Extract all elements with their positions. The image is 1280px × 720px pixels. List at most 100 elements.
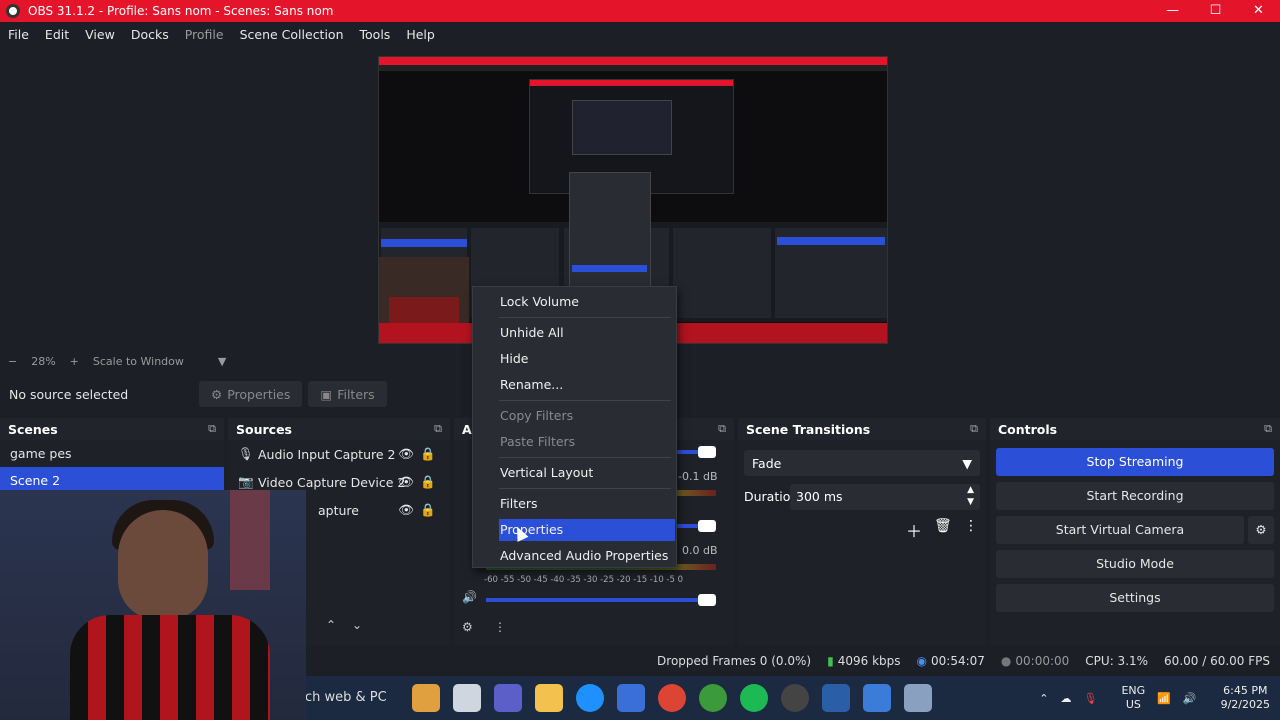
eye-icon[interactable]: 👁	[398, 446, 414, 462]
menu-item-unhide-all[interactable]: Unhide All	[473, 322, 676, 344]
scene-item[interactable]: game pes	[0, 440, 224, 467]
gear-icon: ⚙	[211, 386, 223, 402]
chevron-down-icon: ▼	[962, 455, 972, 471]
menu-file[interactable]: File	[8, 27, 29, 42]
eye-icon[interactable]: 👁	[398, 502, 414, 518]
menu-bar: File Edit View Docks Profile Scene Colle…	[0, 22, 1280, 46]
source-item[interactable]: 🎙 Audio Input Capture 2 👁 🔒	[228, 440, 450, 468]
bitrate: 4096 kbps	[837, 654, 901, 668]
studio-mode-button[interactable]: Studio Mode	[996, 550, 1274, 578]
zoom-in-button[interactable]: +	[70, 355, 79, 368]
add-icon[interactable]: ＋	[906, 518, 922, 542]
cpu-usage: CPU: 3.1%	[1085, 654, 1149, 668]
app-icon[interactable]	[453, 684, 481, 712]
lock-icon[interactable]: 🔒	[420, 474, 436, 490]
network-icon[interactable]: ☁	[1061, 692, 1072, 705]
db-readout: 0.0 dB	[682, 544, 718, 557]
menu-edit[interactable]: Edit	[45, 27, 69, 42]
transition-select[interactable]: Fade ▼	[744, 450, 980, 476]
language-indicator[interactable]: ENG US	[1109, 684, 1145, 712]
start-recording-button[interactable]: Start Recording	[996, 482, 1274, 510]
filters-button[interactable]: ▣ Filters	[308, 381, 387, 407]
volume-icon[interactable]: 🔊	[1183, 692, 1197, 705]
duration-spinbox[interactable]: 300 ms ▲ ▼	[790, 484, 980, 510]
menu-view[interactable]: View	[85, 27, 115, 42]
menu-item-vertical-layout[interactable]: Vertical Layout	[473, 462, 676, 484]
lock-icon[interactable]: 🔒	[420, 446, 436, 462]
menu-item-rename[interactable]: Rename...	[473, 374, 676, 396]
undock-icon[interactable]: ⧉	[970, 422, 978, 436]
menu-scene-collection[interactable]: Scene Collection	[240, 27, 344, 42]
minimize-button[interactable]: —	[1151, 0, 1194, 22]
start-virtual-camera-button[interactable]: Start Virtual Camera	[996, 516, 1244, 544]
undock-icon[interactable]: ⧉	[1264, 422, 1272, 436]
stream-time: 00:54:07	[931, 654, 985, 668]
close-button[interactable]: ✕	[1237, 0, 1280, 22]
app-icon[interactable]	[863, 684, 891, 712]
zoom-out-button[interactable]: −	[8, 355, 17, 368]
gear-icon: ⚙	[1255, 522, 1267, 537]
menu-profile[interactable]: Profile	[185, 27, 224, 42]
chevron-down-icon[interactable]: ▼	[218, 355, 226, 368]
move-up-icon[interactable]: ⌃	[326, 618, 336, 632]
spotify-icon[interactable]	[740, 684, 768, 712]
clock[interactable]: 6:45 PM 9/2/2025	[1209, 684, 1270, 712]
obs-icon[interactable]	[781, 684, 809, 712]
menu-item-advanced-audio-properties[interactable]: Advanced Audio Properties	[473, 545, 676, 567]
speaker-icon[interactable]: 🔊	[462, 590, 477, 604]
chrome-icon[interactable]	[699, 684, 727, 712]
preview-titlebar	[379, 57, 887, 65]
app-icon[interactable]	[412, 684, 440, 712]
window-controls: — ☐ ✕	[1151, 0, 1280, 22]
audio-context-menu: Lock Volume Unhide All Hide Rename... Co…	[472, 286, 677, 568]
eye-icon[interactable]: 👁	[398, 474, 414, 490]
chevron-up-icon[interactable]: ⌃	[1039, 692, 1048, 705]
undock-icon[interactable]: ⧉	[208, 422, 216, 436]
title-bar: OBS 31.1.2 - Profile: Sans nom - Scenes:…	[0, 0, 1280, 22]
store-icon[interactable]	[617, 684, 645, 712]
settings-icon[interactable]	[904, 684, 932, 712]
taskbar-apps	[412, 684, 945, 712]
menu-item-lock-volume[interactable]: Lock Volume	[473, 291, 676, 313]
more-options-icon[interactable]: ⋮	[964, 518, 978, 534]
dropped-frames: Dropped Frames 0 (0.0%)	[657, 654, 812, 668]
taskbar-search[interactable]: ch web & PC	[305, 676, 387, 720]
webcam-overlay	[0, 490, 306, 720]
audio-mixer-title: A	[462, 421, 472, 437]
no-source-label: No source selected	[9, 386, 129, 402]
menu-item-paste-filters: Paste Filters	[500, 434, 576, 449]
maximize-button[interactable]: ☐	[1194, 0, 1237, 22]
menu-tools[interactable]: Tools	[360, 27, 391, 42]
undock-icon[interactable]: ⧉	[718, 422, 726, 436]
spin-arrows-icon[interactable]: ▲ ▼	[967, 484, 974, 508]
chrome-icon[interactable]	[658, 684, 686, 712]
wifi-icon[interactable]: 📶	[1157, 692, 1171, 705]
db-readout: -0.1 dB	[678, 470, 718, 483]
trash-icon[interactable]: 🗑	[934, 518, 952, 534]
steam-icon[interactable]	[822, 684, 850, 712]
controls-dock: Controls ⧉ Stop Streaming Start Recordin…	[990, 418, 1280, 646]
lock-icon[interactable]: 🔒	[420, 502, 436, 518]
mixer-settings-icon[interactable]: ⚙	[462, 620, 473, 634]
menu-item-hide[interactable]: Hide	[473, 348, 676, 370]
properties-button[interactable]: ⚙ Properties	[199, 381, 303, 407]
edge-icon[interactable]	[576, 684, 604, 712]
teams-icon[interactable]	[494, 684, 522, 712]
virtual-camera-settings-button[interactable]: ⚙	[1248, 516, 1274, 544]
record-time: 00:00:00	[1015, 654, 1070, 668]
volume-slider[interactable]	[486, 594, 716, 606]
more-options-icon[interactable]: ⋮	[494, 620, 506, 634]
sources-title: Sources	[236, 421, 292, 437]
menu-item-filters[interactable]: Filters	[473, 493, 676, 515]
scale-mode-label[interactable]: Scale to Window	[93, 355, 184, 368]
settings-button[interactable]: Settings	[996, 584, 1274, 612]
undock-icon[interactable]: ⧉	[434, 422, 442, 436]
move-down-icon[interactable]: ⌄	[352, 618, 362, 632]
camera-icon: 📷	[238, 474, 254, 489]
menu-help[interactable]: Help	[406, 27, 435, 42]
microphone-icon[interactable]: 🎙	[1084, 692, 1098, 705]
menu-docks[interactable]: Docks	[131, 27, 169, 42]
stop-streaming-button[interactable]: Stop Streaming	[996, 448, 1274, 476]
folder-icon[interactable]	[535, 684, 563, 712]
transitions-title: Scene Transitions	[746, 421, 871, 437]
